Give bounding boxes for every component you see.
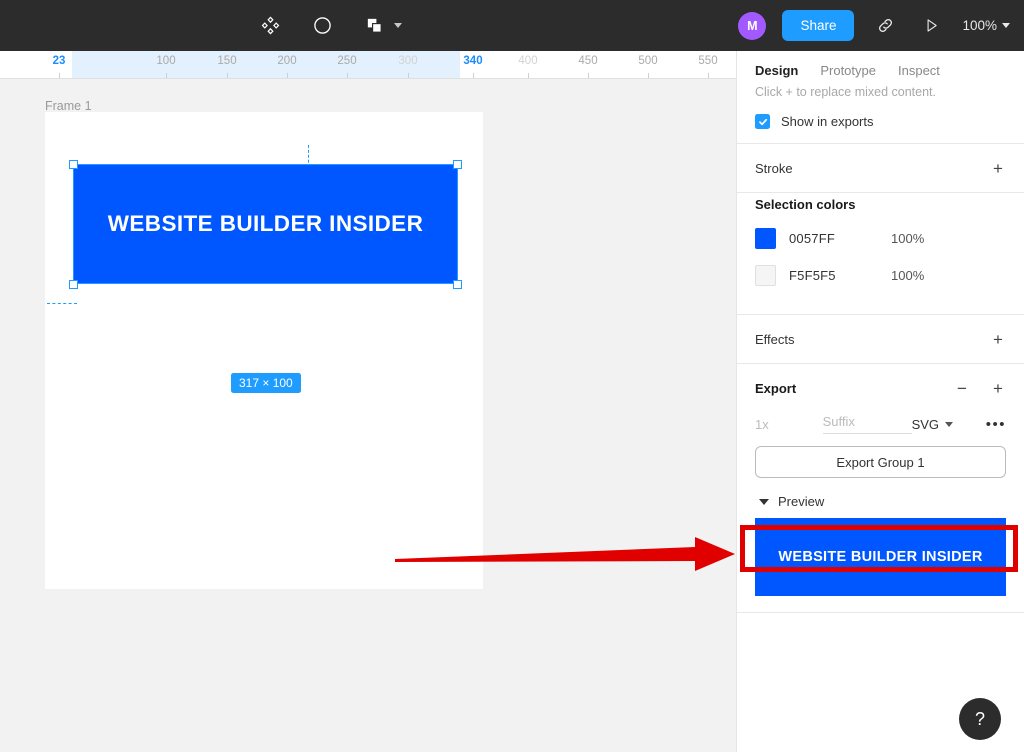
- help-label: ?: [975, 709, 985, 730]
- ruler-tick-mark: [408, 73, 409, 78]
- tab-inspect[interactable]: Inspect: [898, 63, 940, 78]
- export-section-header: Export − +: [737, 364, 1024, 412]
- components-icon[interactable]: [255, 11, 285, 41]
- tab-prototype[interactable]: Prototype: [820, 63, 876, 78]
- alignment-guide-horizontal: [47, 303, 77, 304]
- export-format-value: SVG: [912, 417, 939, 432]
- chevron-down-icon[interactable]: [394, 23, 402, 28]
- preview-section-header[interactable]: Preview: [737, 478, 1024, 518]
- frame-label[interactable]: Frame 1: [45, 99, 92, 113]
- zoom-control[interactable]: 100%: [962, 18, 1010, 33]
- plus-icon[interactable]: +: [990, 160, 1006, 176]
- ruler-tick-mark: [287, 73, 288, 78]
- export-title: Export: [755, 381, 796, 396]
- avatar[interactable]: M: [738, 12, 766, 40]
- color-swatch[interactable]: [755, 265, 776, 286]
- ruler-tick-mark: [588, 73, 589, 78]
- ruler-tick-label: 23: [53, 55, 66, 67]
- color-swatch[interactable]: [755, 228, 776, 249]
- boolean-union-icon[interactable]: [359, 11, 389, 41]
- avatar-initial: M: [747, 19, 758, 33]
- minus-icon[interactable]: −: [954, 380, 970, 396]
- export-preview-image: WEBSITE BUILDER INSIDER: [755, 518, 1006, 596]
- right-properties-panel: Design Prototype Inspect Click + to repl…: [736, 51, 1024, 752]
- chevron-down-icon[interactable]: [1002, 23, 1010, 28]
- effects-section-header: Effects +: [737, 315, 1024, 363]
- export-group-button[interactable]: Export Group 1: [755, 446, 1006, 478]
- tab-design[interactable]: Design: [755, 63, 798, 78]
- ruler-tick-label: 340: [463, 55, 482, 67]
- dimension-badge: 317 × 100: [231, 373, 301, 393]
- show-in-exports-label: Show in exports: [781, 114, 874, 129]
- ruler-tick-label: 450: [578, 55, 597, 67]
- export-settings-row: 1x Suffix SVG •••: [737, 412, 1024, 442]
- export-format-select[interactable]: SVG: [912, 417, 986, 432]
- ruler-tick-label: 500: [638, 55, 657, 67]
- ruler-tick-mark: [59, 73, 60, 78]
- ruler-tick-mark: [648, 73, 649, 78]
- toolbar-center-tools: [255, 0, 402, 51]
- boolean-groups-control[interactable]: [359, 11, 402, 41]
- canvas-viewport[interactable]: Frame 1 WEBSITE BUILDER INSIDER 317 × 10…: [0, 79, 736, 752]
- resize-handle-bottom-right[interactable]: [453, 280, 462, 289]
- caret-down-icon[interactable]: [759, 499, 769, 505]
- ruler-tick-mark: [347, 73, 348, 78]
- effects-title: Effects: [755, 332, 795, 347]
- ruler-tick-label: 550: [698, 55, 717, 67]
- share-button[interactable]: Share: [782, 10, 854, 41]
- ruler-tick-mark: [473, 73, 474, 78]
- export-suffix-input[interactable]: Suffix: [823, 414, 912, 434]
- preview-title: Preview: [778, 494, 824, 509]
- plus-icon[interactable]: +: [990, 380, 1006, 396]
- ruler-tick-label: 200: [277, 55, 296, 67]
- ruler-tick-mark: [166, 73, 167, 78]
- rectangle-text: WEBSITE BUILDER INSIDER: [108, 211, 423, 237]
- color-hex[interactable]: F5F5F5: [789, 268, 891, 283]
- play-icon[interactable]: [916, 11, 946, 41]
- help-button[interactable]: ?: [959, 698, 1001, 740]
- divider: [737, 612, 1024, 613]
- selected-rectangle[interactable]: WEBSITE BUILDER INSIDER: [73, 164, 458, 284]
- figma-app-window: M Share 100% 2310015020025030034040: [0, 0, 1024, 752]
- color-opacity[interactable]: 100%: [891, 268, 924, 283]
- export-header-actions: − +: [954, 380, 1006, 396]
- stroke-title: Stroke: [755, 161, 793, 176]
- plus-icon[interactable]: +: [990, 331, 1006, 347]
- color-hex[interactable]: 0057FF: [789, 231, 891, 246]
- horizontal-ruler[interactable]: 23 100 150 200 250 300 340 400 450 500 550: [0, 51, 736, 79]
- selection-color-row[interactable]: F5F5F5 100%: [755, 265, 1006, 286]
- selection-colors-title: Selection colors: [755, 197, 1006, 212]
- resize-handle-top-right[interactable]: [453, 160, 462, 169]
- mask-icon[interactable]: [307, 11, 337, 41]
- ruler-tick-label: 300: [398, 55, 417, 67]
- export-scale-input[interactable]: 1x: [755, 417, 823, 432]
- resize-handle-top-left[interactable]: [69, 160, 78, 169]
- ruler-tick-label: 150: [217, 55, 236, 67]
- selection-color-row[interactable]: 0057FF 100%: [755, 228, 1006, 249]
- zoom-level-label: 100%: [962, 18, 997, 33]
- ruler-tick-label: 250: [337, 55, 356, 67]
- export-button-container: Export Group 1: [737, 442, 1024, 478]
- mixed-content-note: Click + to replace mixed content.: [737, 84, 1024, 101]
- selection-colors-section: Selection colors 0057FF 100% F5F5F5 100%: [737, 193, 1024, 314]
- ruler-tick-mark: [708, 73, 709, 78]
- ruler-tick-mark: [227, 73, 228, 78]
- ruler-tick-label: 100: [156, 55, 175, 67]
- show-in-exports-row[interactable]: Show in exports: [737, 104, 1024, 143]
- toolbar-right-tools: M Share 100%: [738, 0, 1010, 51]
- preview-image-text: WEBSITE BUILDER INSIDER: [778, 549, 982, 565]
- panel-tabs: Design Prototype Inspect: [737, 51, 1024, 84]
- link-icon[interactable]: [870, 11, 900, 41]
- ruler-tick-mark: [528, 73, 529, 78]
- color-opacity[interactable]: 100%: [891, 231, 924, 246]
- stroke-section-header: Stroke +: [737, 144, 1024, 192]
- ellipsis-icon[interactable]: •••: [986, 416, 1006, 433]
- ruler-tick-label: 400: [518, 55, 537, 67]
- top-toolbar: M Share 100%: [0, 0, 1024, 51]
- chevron-down-icon[interactable]: [945, 422, 953, 427]
- resize-handle-bottom-left[interactable]: [69, 280, 78, 289]
- show-in-exports-checkbox[interactable]: [755, 114, 770, 129]
